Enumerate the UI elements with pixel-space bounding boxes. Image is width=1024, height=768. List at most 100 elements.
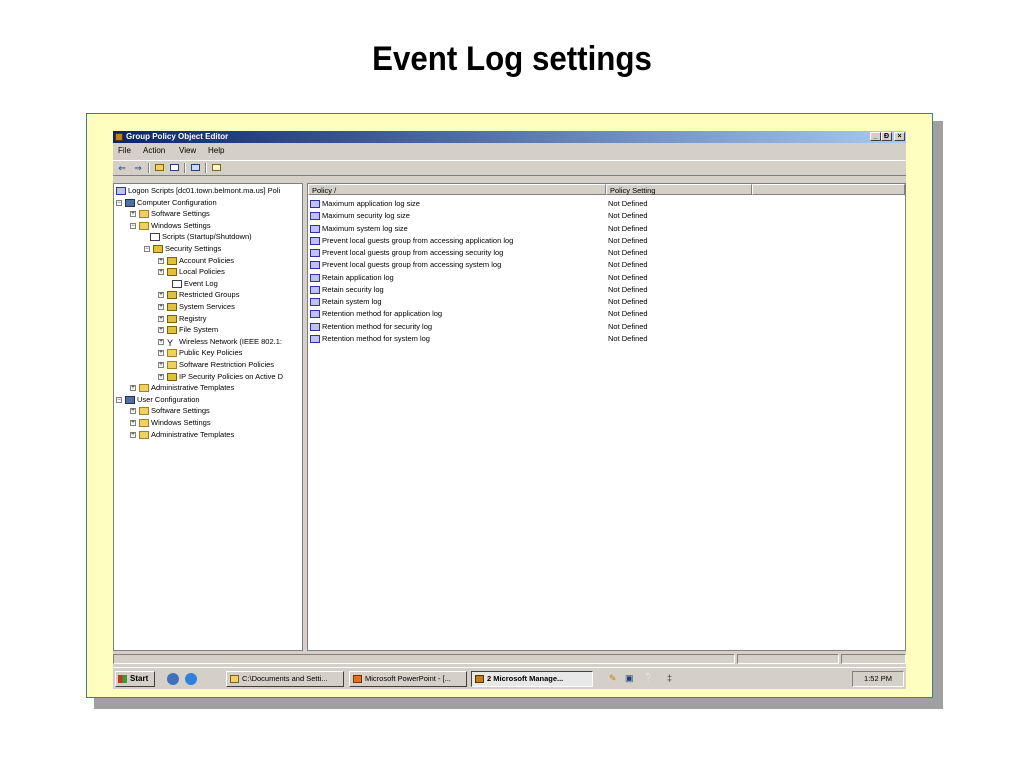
menu-help[interactable]: Help xyxy=(208,145,224,157)
expand-icon[interactable]: + xyxy=(158,304,164,311)
sec-icon xyxy=(167,314,177,323)
gpo-editor-window: Group Policy Object Editor _ Ɖ × File Ac… xyxy=(113,131,906,689)
expand-icon[interactable]: + xyxy=(130,431,136,438)
export-list-button[interactable] xyxy=(190,163,201,173)
policy-row[interactable]: Retain security log Not Defined xyxy=(308,284,905,296)
export-list-icon xyxy=(191,164,200,171)
tree-node[interactable]: + Registry xyxy=(158,313,207,324)
column-header-policy-setting[interactable]: Policy Setting xyxy=(606,184,752,195)
policy-name: Maximum security log size xyxy=(322,211,410,221)
tree-node-label: User Configuration xyxy=(137,394,200,404)
policy-row[interactable]: Maximum application log size Not Defined xyxy=(308,198,905,210)
tree-node[interactable]: − Security Settings xyxy=(144,243,221,254)
menu-file[interactable]: File xyxy=(118,145,131,157)
tree-node[interactable]: + Local Policies xyxy=(158,266,225,277)
menu-action[interactable]: Action xyxy=(143,145,165,157)
tree-node[interactable]: + Software Restriction Policies xyxy=(158,359,274,370)
task-explorer[interactable]: C:\Documents and Setti... xyxy=(226,671,344,687)
expand-icon[interactable]: + xyxy=(158,350,164,357)
expand-icon[interactable]: + xyxy=(158,292,164,299)
tree-node[interactable]: + IP Security Policies on Active D xyxy=(158,371,283,382)
expand-icon[interactable]: + xyxy=(130,385,136,392)
help-button[interactable] xyxy=(211,163,222,173)
internet-explorer-icon[interactable] xyxy=(185,673,197,685)
show-hide-tree-button[interactable] xyxy=(169,163,180,173)
expand-icon[interactable]: + xyxy=(130,211,136,218)
policy-setting: Not Defined xyxy=(608,309,648,319)
policy-name: Retention method for security log xyxy=(322,321,433,331)
tree-node[interactable]: + Software Settings xyxy=(130,208,210,219)
expand-icon[interactable]: + xyxy=(130,408,136,415)
forward-button[interactable]: ⇒ xyxy=(132,163,144,173)
restore-button[interactable]: Ɖ xyxy=(881,132,892,141)
expand-icon[interactable]: + xyxy=(158,362,164,369)
network-icon[interactable]: ‡ xyxy=(667,673,672,683)
window-titlebar[interactable]: Group Policy Object Editor _ Ɖ × xyxy=(113,131,906,143)
policy-row[interactable]: Retain application log Not Defined xyxy=(308,272,905,284)
task-powerpoint[interactable]: Microsoft PowerPoint - [... xyxy=(349,671,467,687)
tree-node-label: Wireless Network (IEEE 802.1: xyxy=(179,336,282,346)
collapse-icon[interactable]: − xyxy=(144,246,150,253)
tree-node[interactable]: + Υ Wireless Network (IEEE 802.1: xyxy=(158,336,282,348)
expand-icon[interactable]: + xyxy=(158,338,164,345)
tree-node[interactable]: − Computer Configuration xyxy=(116,197,217,208)
windows-flag-icon xyxy=(118,675,127,683)
up-one-level-button[interactable] xyxy=(154,163,165,173)
tree-node[interactable]: + Windows Settings xyxy=(130,417,211,428)
tree-node-label: Software Restriction Policies xyxy=(179,360,275,369)
pencil-icon[interactable]: ✎ xyxy=(609,673,617,683)
tree-node[interactable]: + Account Policies xyxy=(158,255,234,266)
tree-node[interactable]: − Windows Settings xyxy=(130,220,211,231)
tree-node-label: File System xyxy=(179,325,219,335)
expand-icon[interactable]: + xyxy=(158,373,164,380)
tree-node[interactable]: + File System xyxy=(158,324,218,335)
column-header-policy[interactable]: Policy / xyxy=(308,184,606,195)
tree-node-label: Windows Settings xyxy=(151,220,211,230)
system-tray-clock[interactable]: 1:52 PM xyxy=(852,671,904,687)
collapse-icon[interactable]: − xyxy=(116,396,122,403)
tree-node[interactable]: Logon Scripts [dc01.town.belmont.ma.us] … xyxy=(116,185,280,196)
policy-row[interactable]: Retention method for system log Not Defin… xyxy=(308,333,905,345)
policy-name: Maximum application log size xyxy=(322,199,420,208)
policy-icon xyxy=(310,273,320,282)
policy-row[interactable]: Maximum system log size Not Defined xyxy=(308,223,905,235)
policy-row[interactable]: Retain system log Not Defined xyxy=(308,296,905,308)
window-icon[interactable]: ▣ xyxy=(625,673,634,683)
policy-setting: Not Defined xyxy=(608,297,648,306)
expand-icon[interactable]: + xyxy=(158,327,164,334)
doc-icon xyxy=(150,233,160,242)
column-header-blank xyxy=(752,184,905,195)
policy-row[interactable]: Prevent local guests group from accessin… xyxy=(308,247,905,259)
collapse-icon[interactable]: − xyxy=(116,199,122,206)
policy-row[interactable]: Retention method for application log Not … xyxy=(308,308,905,320)
tree-node[interactable]: − User Configuration xyxy=(116,394,200,405)
expand-icon[interactable]: + xyxy=(158,315,164,322)
show-desktop-icon[interactable] xyxy=(167,673,179,685)
tree-node[interactable]: Scripts (Startup/Shutdown) xyxy=(150,231,252,242)
menu-view[interactable]: View xyxy=(179,145,196,157)
policy-name: Retain system log xyxy=(322,297,382,306)
tree-node[interactable]: + Public Key Policies xyxy=(158,347,242,358)
tree-node[interactable]: Event Log xyxy=(172,278,218,289)
tree-node[interactable]: + Restricted Groups xyxy=(158,289,239,300)
policy-icon xyxy=(116,187,126,196)
expand-icon[interactable]: + xyxy=(158,269,164,276)
back-button[interactable]: ⇐ xyxy=(116,163,128,173)
task-mmc[interactable]: 2 Microsoft Manage... xyxy=(471,671,593,687)
policy-name: Retention method for system log xyxy=(322,333,430,343)
help-circle-icon[interactable]: ❔ xyxy=(643,673,654,683)
policy-row[interactable]: Retention method for security log Not Def… xyxy=(308,321,905,333)
tree-node[interactable]: + Administrative Templates xyxy=(130,382,234,393)
policy-row[interactable]: Prevent local guests group from accessin… xyxy=(308,259,905,271)
tree-node[interactable]: + Software Settings xyxy=(130,405,210,416)
expand-icon[interactable]: + xyxy=(158,257,164,264)
policy-row[interactable]: Maximum security log size Not Defined xyxy=(308,210,905,222)
tree-node[interactable]: + Administrative Templates xyxy=(130,429,234,440)
expand-icon[interactable]: + xyxy=(130,420,136,427)
tree-node[interactable]: + System Services xyxy=(158,301,235,312)
close-button[interactable]: × xyxy=(894,132,905,141)
collapse-icon[interactable]: − xyxy=(130,222,136,229)
minimize-button[interactable]: _ xyxy=(870,132,881,141)
policy-row[interactable]: Prevent local guests group from accessin… xyxy=(308,235,905,247)
start-button[interactable]: Start xyxy=(115,671,155,687)
